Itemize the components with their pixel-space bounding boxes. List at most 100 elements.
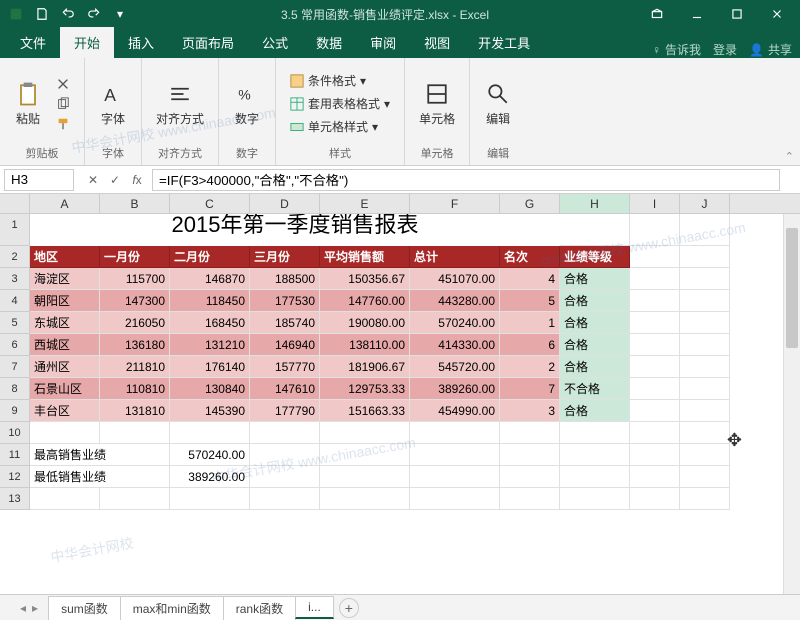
table-header[interactable]: 总计	[410, 246, 500, 268]
cell[interactable]	[500, 444, 560, 466]
cell-month2[interactable]: 130840	[170, 378, 250, 400]
cell-total[interactable]: 545720.00	[410, 356, 500, 378]
cell[interactable]	[630, 466, 680, 488]
cell[interactable]	[680, 400, 730, 422]
sheet-nav-next-icon[interactable]: ▸	[32, 601, 38, 615]
cell-total[interactable]: 454990.00	[410, 400, 500, 422]
cell[interactable]	[680, 312, 730, 334]
tab-view[interactable]: 视图	[410, 27, 464, 58]
row-header[interactable]: 3	[0, 268, 30, 290]
row-header[interactable]: 10	[0, 422, 30, 444]
minimize-icon[interactable]	[678, 3, 716, 25]
cell-month3[interactable]: 177530	[250, 290, 320, 312]
cell-styles-button[interactable]: 单元格样式 ▾	[286, 116, 394, 137]
cut-button[interactable]	[52, 75, 74, 93]
font-button[interactable]: A字体	[95, 78, 131, 129]
cell[interactable]	[560, 444, 630, 466]
cell[interactable]	[680, 422, 730, 444]
cell[interactable]	[630, 400, 680, 422]
cell-month3[interactable]: 147610	[250, 378, 320, 400]
cell[interactable]	[630, 312, 680, 334]
cell-max-value[interactable]: 570240.00	[170, 444, 250, 466]
table-header[interactable]: 地区	[30, 246, 100, 268]
sheet-tab[interactable]: rank函数	[223, 596, 296, 620]
row-header[interactable]: 8	[0, 378, 30, 400]
cell[interactable]	[410, 444, 500, 466]
format-as-table-button[interactable]: 套用表格格式 ▾	[286, 93, 394, 114]
cell[interactable]	[630, 214, 680, 246]
cell[interactable]	[250, 422, 320, 444]
paste-button[interactable]: 粘贴	[10, 78, 46, 129]
cell[interactable]	[680, 466, 730, 488]
cell[interactable]	[250, 466, 320, 488]
tab-insert[interactable]: 插入	[114, 27, 168, 58]
table-header[interactable]: 三月份	[250, 246, 320, 268]
cell-total[interactable]: 570240.00	[410, 312, 500, 334]
cell[interactable]	[680, 356, 730, 378]
cell[interactable]	[250, 444, 320, 466]
column-headers[interactable]: ABCDEFGHIJ	[30, 194, 800, 214]
cell[interactable]	[320, 488, 410, 510]
cell-rank[interactable]: 7	[500, 378, 560, 400]
cell[interactable]	[630, 488, 680, 510]
cell-month1[interactable]: 136180	[100, 334, 170, 356]
cell[interactable]	[560, 214, 630, 246]
cell-region[interactable]: 海淀区	[30, 268, 100, 290]
cell-month1[interactable]: 211810	[100, 356, 170, 378]
cell-month1[interactable]: 216050	[100, 312, 170, 334]
cell[interactable]	[500, 488, 560, 510]
cancel-formula-icon[interactable]: ✕	[84, 171, 102, 189]
cell[interactable]	[680, 290, 730, 312]
cell[interactable]	[560, 466, 630, 488]
cell-total[interactable]: 414330.00	[410, 334, 500, 356]
close-icon[interactable]	[758, 3, 796, 25]
cell-grade[interactable]: 合格	[560, 312, 630, 334]
sheet-tab[interactable]: max和min函数	[120, 596, 224, 620]
row-header[interactable]: 6	[0, 334, 30, 356]
cell-region[interactable]: 通州区	[30, 356, 100, 378]
cell-month1[interactable]: 147300	[100, 290, 170, 312]
sheet-tab[interactable]: sum函数	[48, 596, 121, 620]
conditional-formatting-button[interactable]: 条件格式 ▾	[286, 70, 394, 91]
cell-avg[interactable]: 151663.33	[320, 400, 410, 422]
cell[interactable]	[630, 378, 680, 400]
cell[interactable]	[680, 214, 730, 246]
cell-avg[interactable]: 138110.00	[320, 334, 410, 356]
row-header[interactable]: 11	[0, 444, 30, 466]
table-header[interactable]: 二月份	[170, 246, 250, 268]
cell-month2[interactable]: 131210	[170, 334, 250, 356]
cell[interactable]	[320, 466, 410, 488]
cell[interactable]	[320, 422, 410, 444]
cell[interactable]	[320, 444, 410, 466]
signin-link[interactable]: 登录	[713, 41, 737, 58]
cell[interactable]	[500, 466, 560, 488]
cell-avg[interactable]: 129753.33	[320, 378, 410, 400]
report-title[interactable]: 2015年第一季度销售报表	[30, 214, 560, 246]
cell-rank[interactable]: 2	[500, 356, 560, 378]
cell-min-label[interactable]: 最低销售业绩	[30, 466, 170, 488]
cell[interactable]	[630, 268, 680, 290]
row-header[interactable]: 13	[0, 488, 30, 510]
cell-min-value[interactable]: 389260.00	[170, 466, 250, 488]
ribbon-options-icon[interactable]	[638, 3, 676, 25]
sheet-nav-prev-icon[interactable]: ◂	[20, 601, 26, 615]
cell[interactable]	[170, 422, 250, 444]
cell-rank[interactable]: 6	[500, 334, 560, 356]
cell-region[interactable]: 丰台区	[30, 400, 100, 422]
cell[interactable]	[100, 422, 170, 444]
cell[interactable]	[630, 290, 680, 312]
cell-month3[interactable]: 185740	[250, 312, 320, 334]
cell-grade[interactable]: 合格	[560, 400, 630, 422]
cell[interactable]	[500, 422, 560, 444]
cell[interactable]	[560, 488, 630, 510]
cell[interactable]	[630, 246, 680, 268]
cell-grade[interactable]: 合格	[560, 334, 630, 356]
cell-month2[interactable]: 145390	[170, 400, 250, 422]
table-header[interactable]: 名次	[500, 246, 560, 268]
cell[interactable]	[30, 422, 100, 444]
cell-region[interactable]: 朝阳区	[30, 290, 100, 312]
tab-data[interactable]: 数据	[302, 27, 356, 58]
cell[interactable]	[680, 334, 730, 356]
cell[interactable]	[680, 488, 730, 510]
fx-icon[interactable]: fx	[128, 171, 146, 189]
